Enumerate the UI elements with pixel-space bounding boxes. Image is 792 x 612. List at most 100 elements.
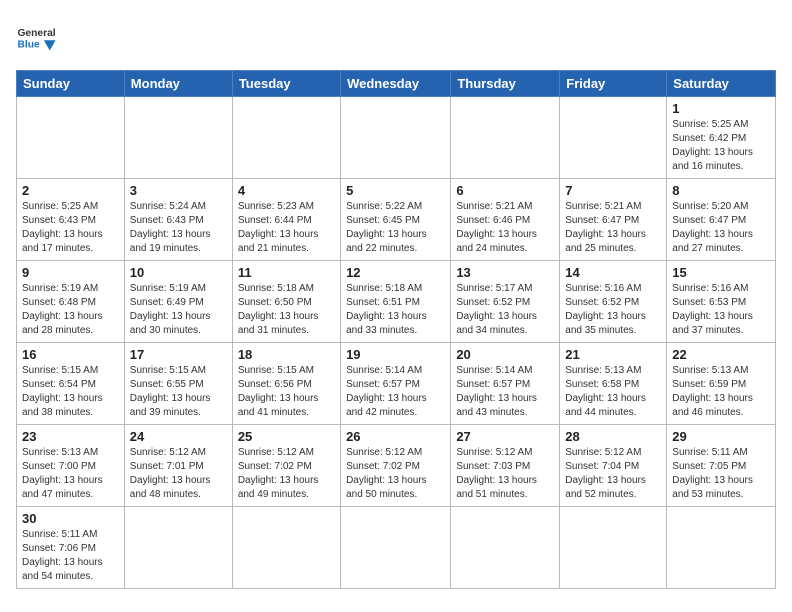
day-cell: 22 Sunrise: 5:13 AM Sunset: 6:59 PM Dayli…: [667, 343, 776, 425]
day-info: Sunrise: 5:20 AM Sunset: 6:47 PM Dayligh…: [672, 200, 770, 256]
day-cell: 17 Sunrise: 5:15 AM Sunset: 6:55 PM Dayli…: [124, 343, 232, 425]
day-info: Sunrise: 5:19 AM Sunset: 6:48 PM Dayligh…: [22, 282, 119, 338]
day-cell: 24 Sunrise: 5:12 AM Sunset: 7:01 PM Dayli…: [124, 425, 232, 507]
day-info: Sunrise: 5:12 AM Sunset: 7:02 PM Dayligh…: [346, 446, 445, 502]
day-cell: 27 Sunrise: 5:12 AM Sunset: 7:03 PM Dayli…: [451, 425, 560, 507]
day-info: Sunrise: 5:11 AM Sunset: 7:05 PM Dayligh…: [672, 446, 770, 502]
day-cell: 25Sunrise: 5:12 AM Sunset: 7:02 PM Dayli…: [232, 425, 340, 507]
day-cell: [17, 97, 125, 179]
weekday-tuesday: Tuesday: [232, 71, 340, 97]
day-info: Sunrise: 5:19 AM Sunset: 6:49 PM Dayligh…: [130, 282, 227, 338]
day-cell: 12 Sunrise: 5:18 AM Sunset: 6:51 PM Dayli…: [341, 261, 451, 343]
svg-text:General: General: [17, 28, 55, 39]
day-cell: 20Sunrise: 5:14 AM Sunset: 6:57 PM Dayli…: [451, 343, 560, 425]
day-cell: [667, 507, 776, 589]
day-number: 21: [565, 347, 661, 362]
day-cell: [451, 97, 560, 179]
day-info: Sunrise: 5:25 AM Sunset: 6:43 PM Dayligh…: [22, 200, 119, 256]
day-info: Sunrise: 5:15 AM Sunset: 6:56 PM Dayligh…: [238, 364, 335, 420]
day-cell: 16Sunrise: 5:15 AM Sunset: 6:54 PM Dayli…: [17, 343, 125, 425]
day-cell: [232, 97, 340, 179]
day-info: Sunrise: 5:21 AM Sunset: 6:47 PM Dayligh…: [565, 200, 661, 256]
day-info: Sunrise: 5:25 AM Sunset: 6:42 PM Dayligh…: [672, 118, 770, 174]
weekday-friday: Friday: [560, 71, 667, 97]
day-cell: 30 Sunrise: 5:11 AM Sunset: 7:06 PM Dayli…: [17, 507, 125, 589]
day-info: Sunrise: 5:12 AM Sunset: 7:04 PM Dayligh…: [565, 446, 661, 502]
day-info: Sunrise: 5:12 AM Sunset: 7:02 PM Dayligh…: [238, 446, 335, 502]
day-number: 20: [456, 347, 554, 362]
day-info: Sunrise: 5:24 AM Sunset: 6:43 PM Dayligh…: [130, 200, 227, 256]
week-row-2: 9 Sunrise: 5:19 AM Sunset: 6:48 PM Daylig…: [17, 261, 776, 343]
day-number: 12: [346, 265, 445, 280]
day-info: Sunrise: 5:21 AM Sunset: 6:46 PM Dayligh…: [456, 200, 554, 256]
day-number: 8: [672, 183, 770, 198]
day-cell: 13Sunrise: 5:17 AM Sunset: 6:52 PM Dayli…: [451, 261, 560, 343]
day-number: 11: [238, 265, 335, 280]
day-cell: [341, 507, 451, 589]
weekday-header: SundayMondayTuesdayWednesdayThursdayFrid…: [17, 71, 776, 97]
day-number: 30: [22, 511, 119, 526]
day-info: Sunrise: 5:13 AM Sunset: 7:00 PM Dayligh…: [22, 446, 119, 502]
day-cell: [560, 507, 667, 589]
day-number: 9: [22, 265, 119, 280]
day-info: Sunrise: 5:13 AM Sunset: 6:58 PM Dayligh…: [565, 364, 661, 420]
day-number: 6: [456, 183, 554, 198]
day-info: Sunrise: 5:15 AM Sunset: 6:54 PM Dayligh…: [22, 364, 119, 420]
weekday-monday: Monday: [124, 71, 232, 97]
day-info: Sunrise: 5:18 AM Sunset: 6:50 PM Dayligh…: [238, 282, 335, 338]
day-info: Sunrise: 5:23 AM Sunset: 6:44 PM Dayligh…: [238, 200, 335, 256]
day-cell: 21 Sunrise: 5:13 AM Sunset: 6:58 PM Dayli…: [560, 343, 667, 425]
day-number: 28: [565, 429, 661, 444]
day-number: 13: [456, 265, 554, 280]
weekday-sunday: Sunday: [17, 71, 125, 97]
day-number: 15: [672, 265, 770, 280]
day-number: 2: [22, 183, 119, 198]
logo: General Blue: [16, 16, 60, 60]
day-info: Sunrise: 5:18 AM Sunset: 6:51 PM Dayligh…: [346, 282, 445, 338]
calendar: SundayMondayTuesdayWednesdayThursdayFrid…: [16, 70, 776, 589]
day-cell: [560, 97, 667, 179]
weekday-thursday: Thursday: [451, 71, 560, 97]
day-cell: 26 Sunrise: 5:12 AM Sunset: 7:02 PM Dayli…: [341, 425, 451, 507]
day-info: Sunrise: 5:11 AM Sunset: 7:06 PM Dayligh…: [22, 528, 119, 584]
day-number: 14: [565, 265, 661, 280]
day-cell: 11 Sunrise: 5:18 AM Sunset: 6:50 PM Dayli…: [232, 261, 340, 343]
calendar-body: 1 Sunrise: 5:25 AM Sunset: 6:42 PM Daylig…: [17, 97, 776, 589]
day-number: 1: [672, 101, 770, 116]
day-info: Sunrise: 5:12 AM Sunset: 7:03 PM Dayligh…: [456, 446, 554, 502]
day-number: 19: [346, 347, 445, 362]
day-cell: 7 Sunrise: 5:21 AM Sunset: 6:47 PM Daylig…: [560, 179, 667, 261]
day-cell: [124, 97, 232, 179]
day-cell: 19 Sunrise: 5:14 AM Sunset: 6:57 PM Dayli…: [341, 343, 451, 425]
svg-text:Blue: Blue: [17, 40, 40, 51]
day-cell: 15 Sunrise: 5:16 AM Sunset: 6:53 PM Dayli…: [667, 261, 776, 343]
week-row-3: 16Sunrise: 5:15 AM Sunset: 6:54 PM Dayli…: [17, 343, 776, 425]
day-cell: 6 Sunrise: 5:21 AM Sunset: 6:46 PM Daylig…: [451, 179, 560, 261]
day-cell: 3Sunrise: 5:24 AM Sunset: 6:43 PM Daylig…: [124, 179, 232, 261]
day-number: 4: [238, 183, 335, 198]
day-number: 17: [130, 347, 227, 362]
day-info: Sunrise: 5:15 AM Sunset: 6:55 PM Dayligh…: [130, 364, 227, 420]
day-number: 27: [456, 429, 554, 444]
week-row-0: 1 Sunrise: 5:25 AM Sunset: 6:42 PM Daylig…: [17, 97, 776, 179]
day-cell: [341, 97, 451, 179]
day-number: 22: [672, 347, 770, 362]
day-info: Sunrise: 5:12 AM Sunset: 7:01 PM Dayligh…: [130, 446, 227, 502]
header: General Blue: [16, 16, 776, 60]
day-info: Sunrise: 5:14 AM Sunset: 6:57 PM Dayligh…: [346, 364, 445, 420]
day-number: 24: [130, 429, 227, 444]
day-cell: 8 Sunrise: 5:20 AM Sunset: 6:47 PM Daylig…: [667, 179, 776, 261]
week-row-5: 30 Sunrise: 5:11 AM Sunset: 7:06 PM Dayli…: [17, 507, 776, 589]
day-cell: 18Sunrise: 5:15 AM Sunset: 6:56 PM Dayli…: [232, 343, 340, 425]
day-number: 5: [346, 183, 445, 198]
day-info: Sunrise: 5:13 AM Sunset: 6:59 PM Dayligh…: [672, 364, 770, 420]
day-number: 10: [130, 265, 227, 280]
week-row-1: 2 Sunrise: 5:25 AM Sunset: 6:43 PM Daylig…: [17, 179, 776, 261]
day-number: 29: [672, 429, 770, 444]
day-cell: 5Sunrise: 5:22 AM Sunset: 6:45 PM Daylig…: [341, 179, 451, 261]
day-info: Sunrise: 5:16 AM Sunset: 6:53 PM Dayligh…: [672, 282, 770, 338]
day-cell: 14Sunrise: 5:16 AM Sunset: 6:52 PM Dayli…: [560, 261, 667, 343]
day-number: 26: [346, 429, 445, 444]
day-cell: 9 Sunrise: 5:19 AM Sunset: 6:48 PM Daylig…: [17, 261, 125, 343]
day-number: 7: [565, 183, 661, 198]
